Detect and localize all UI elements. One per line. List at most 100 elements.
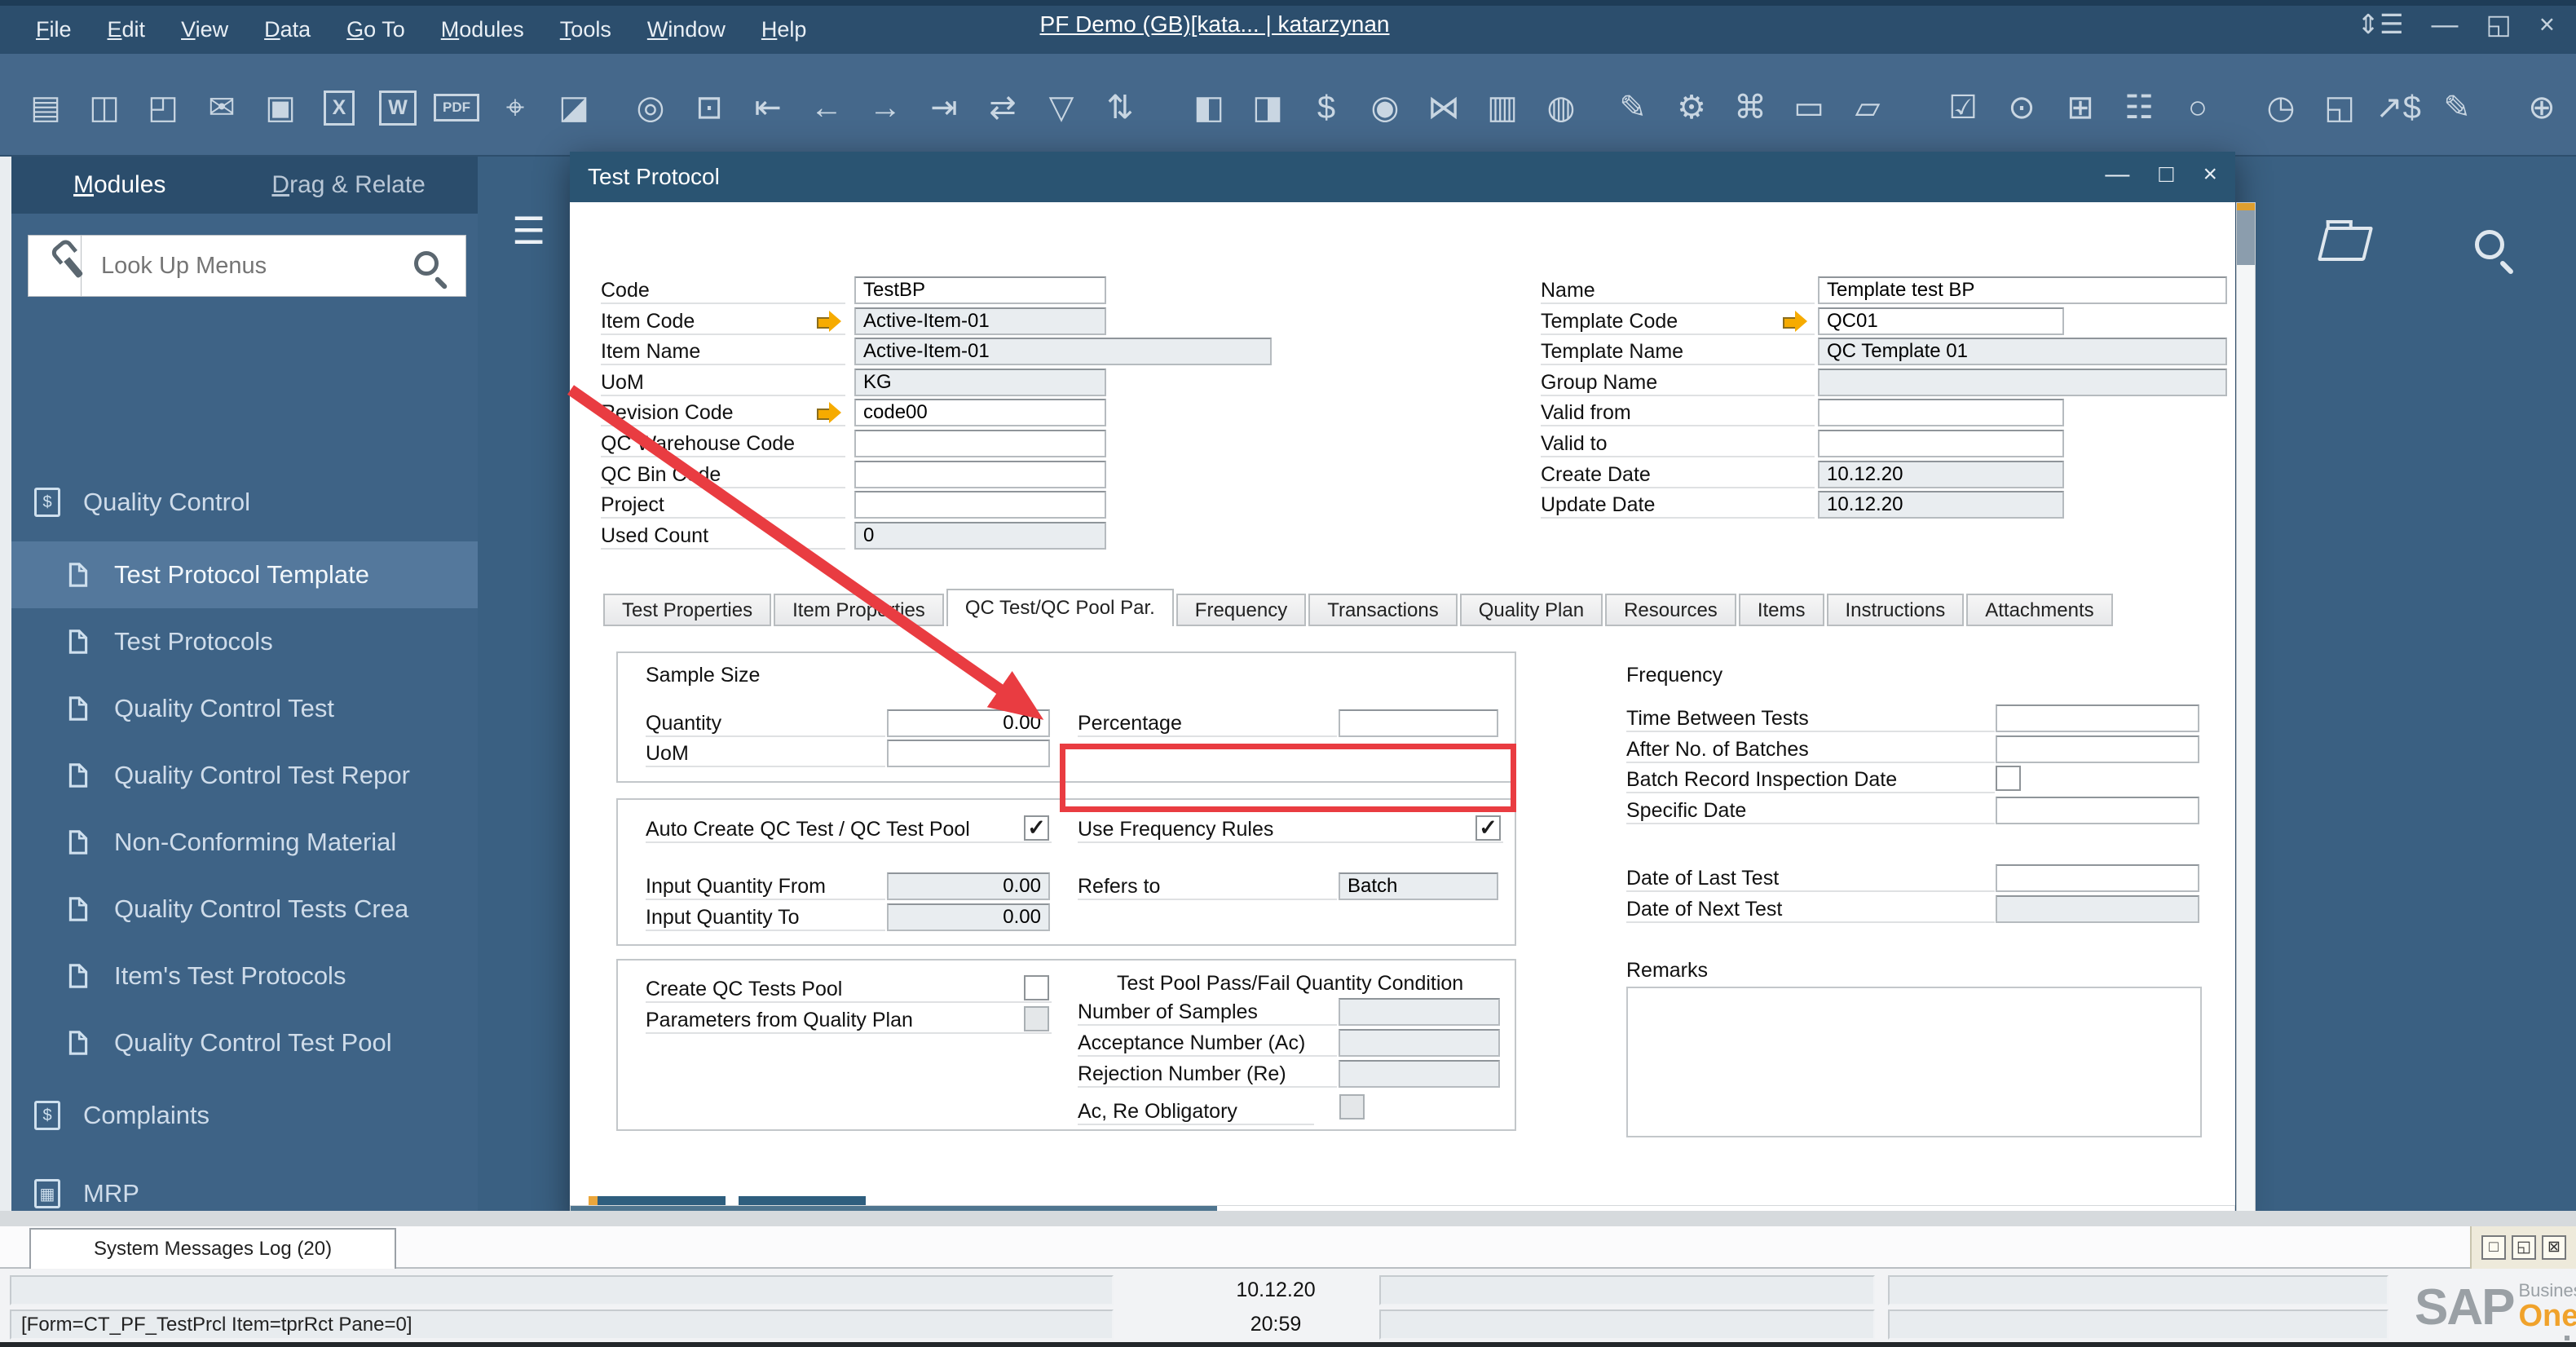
create-qc-tests-pool-checkbox[interactable] <box>1024 975 1049 1000</box>
edit-icon[interactable]: ✎ <box>1610 78 1656 137</box>
base-document-icon[interactable]: ◧ <box>1186 78 1232 137</box>
scrollbar-thumb[interactable] <box>2237 203 2255 265</box>
field-input[interactable] <box>1339 1060 1500 1088</box>
field-input[interactable] <box>1818 369 2227 396</box>
export-excel-icon[interactable]: X <box>316 78 362 137</box>
company-user-title[interactable]: PF Demo (GB)[kata... | katarzynan <box>962 0 1467 48</box>
tab-item-properties[interactable]: Item Properties <box>774 594 944 626</box>
field-input[interactable]: KG <box>854 369 1106 396</box>
arrange-icon[interactable]: ⇕☰ <box>2357 5 2403 44</box>
move-icon[interactable]: ⌖ <box>492 78 538 137</box>
field-input[interactable] <box>1818 430 2064 457</box>
tab-test-properties[interactable]: Test Properties <box>603 594 771 626</box>
approval-icon[interactable]: ☑ <box>1940 78 1986 137</box>
menu-item[interactable]: Window <box>647 17 726 42</box>
field-input[interactable] <box>854 491 1106 519</box>
sent-messages-icon[interactable]: ▱ <box>1845 78 1890 137</box>
sort-icon[interactable]: ⇅ <box>1097 78 1143 137</box>
field-input[interactable] <box>1996 735 2199 763</box>
refresh-icon[interactable]: ⇄ <box>980 78 1026 137</box>
menu-item[interactable]: Data <box>264 17 311 42</box>
send-message-icon[interactable]: ✉ <box>199 78 245 137</box>
menu-item[interactable]: View <box>181 17 228 42</box>
edit-document-icon[interactable]: ✎ <box>2434 78 2480 137</box>
quantity-field[interactable]: 0.00 <box>887 709 1050 737</box>
field-input[interactable]: Active-Item-01 <box>854 338 1272 365</box>
lock-screen-icon[interactable]: ◪ <box>551 78 597 137</box>
tab-attachments[interactable]: Attachments <box>1966 594 2112 626</box>
journal-entry-icon[interactable]: ▥ <box>1480 78 1525 137</box>
menu-item[interactable]: Help <box>761 17 807 42</box>
goto-record-icon[interactable]: ⊡ <box>686 78 732 137</box>
find-icon[interactable]: ◎ <box>628 78 673 137</box>
field-input[interactable]: QC01 <box>1818 307 2064 335</box>
tab-modules[interactable]: Modules <box>73 171 165 199</box>
link-arrow-icon[interactable] <box>815 311 845 332</box>
field-input[interactable] <box>1996 704 2199 732</box>
field-input[interactable]: 10.12.20 <box>1818 491 2064 519</box>
percentage-field[interactable] <box>1339 709 1498 737</box>
maximize-icon[interactable]: □ <box>2159 152 2173 197</box>
user-icon[interactable]: ○ <box>2175 78 2221 137</box>
tab-items[interactable]: Items <box>1739 594 1824 626</box>
tab-qc-test-pool-par[interactable]: QC Test/QC Pool Par. <box>946 589 1174 626</box>
layout-designer-icon[interactable]: ▣ <box>258 78 303 137</box>
tools-button[interactable] <box>28 235 82 297</box>
minimize-icon[interactable]: — <box>2432 5 2459 44</box>
restore-icon[interactable]: ◱ <box>2486 5 2512 44</box>
close-icon[interactable]: × <box>2539 5 2555 44</box>
menu-item[interactable]: File <box>36 17 72 42</box>
next-record-icon[interactable]: → <box>862 78 908 137</box>
date-of-last-test-field[interactable] <box>1996 864 2199 892</box>
minimize-icon[interactable]: — <box>2105 152 2129 197</box>
vertical-scrollbar[interactable] <box>2236 202 2256 1225</box>
window-titlebar[interactable]: Test Protocol —□× <box>570 152 2235 202</box>
sidebar-item-qc-test-pool[interactable]: Quality Control Test Pool <box>11 1009 478 1076</box>
messages-icon[interactable]: ▭ <box>1786 78 1832 137</box>
first-record-icon[interactable]: ⇤ <box>745 78 791 137</box>
input-qty-to-field[interactable]: 0.00 <box>887 903 1050 931</box>
close-icon[interactable]: ⊠ <box>2542 1235 2566 1260</box>
collapse-menu-icon[interactable]: ☰ <box>512 209 545 253</box>
page-setup-icon[interactable]: ◰ <box>140 78 186 137</box>
sidebar-item-complaints[interactable]: $ Complaints <box>11 1076 478 1155</box>
menu-item[interactable]: Tools <box>560 17 611 42</box>
link-arrow-icon[interactable] <box>815 402 845 423</box>
field-input[interactable]: Active-Item-01 <box>854 307 1106 335</box>
tab-transactions[interactable]: Transactions <box>1308 594 1458 626</box>
org-chart-icon[interactable]: ☷ <box>2116 78 2162 137</box>
schedule-icon[interactable]: ◷ <box>2258 78 2304 137</box>
workbench-icon[interactable]: ◱ <box>2317 78 2362 137</box>
refers-to-field[interactable]: Batch <box>1339 872 1498 900</box>
calculator-icon[interactable]: ⊞ <box>2058 78 2103 137</box>
link-arrow-icon[interactable] <box>1781 311 1811 332</box>
field-input[interactable]: 0 <box>854 522 1106 550</box>
field-input[interactable] <box>854 430 1106 457</box>
sidebar-item-items-test-protocols[interactable]: Item's Test Protocols <box>11 943 478 1009</box>
restore-icon[interactable]: ◱ <box>2512 1235 2536 1260</box>
field-input[interactable] <box>1339 998 1500 1026</box>
field-input[interactable] <box>1996 797 2199 824</box>
menu-item[interactable]: Modules <box>441 17 524 42</box>
menu-item[interactable]: Edit <box>108 17 146 42</box>
checkbox[interactable] <box>1996 766 2021 791</box>
sidebar-item-non-conforming-material[interactable]: Non-Conforming Material <box>11 809 478 876</box>
query-icon[interactable]: ◍ <box>1538 78 1584 137</box>
target-document-icon[interactable]: ◨ <box>1245 78 1290 137</box>
sidebar-item-qc-tests-creation[interactable]: Quality Control Tests Crea <box>11 876 478 943</box>
print-icon[interactable]: ◫ <box>82 78 127 137</box>
input-qty-from-field[interactable]: 0.00 <box>887 872 1050 900</box>
uom-field[interactable] <box>887 740 1050 767</box>
sidebar-item-quality-control-test[interactable]: Quality Control Test <box>11 675 478 742</box>
sidebar-item-quality-control[interactable]: $ Quality Control <box>11 463 478 541</box>
system-messages-log-tab[interactable]: System Messages Log (20) <box>29 1228 396 1269</box>
maximize-icon[interactable]: □ <box>2481 1235 2506 1260</box>
field-input[interactable]: QC Template 01 <box>1818 338 2227 365</box>
customize-icon[interactable]: ⌘ <box>1727 78 1773 137</box>
last-record-icon[interactable]: ⇥ <box>921 78 967 137</box>
payment-means-icon[interactable]: $ <box>1303 78 1349 137</box>
close-icon[interactable]: × <box>2203 152 2217 197</box>
tab-quality-plan[interactable]: Quality Plan <box>1460 594 1603 626</box>
web-client-icon[interactable]: ⊕ <box>2519 78 2565 137</box>
print-preview-icon[interactable]: ▤ <box>23 78 68 137</box>
